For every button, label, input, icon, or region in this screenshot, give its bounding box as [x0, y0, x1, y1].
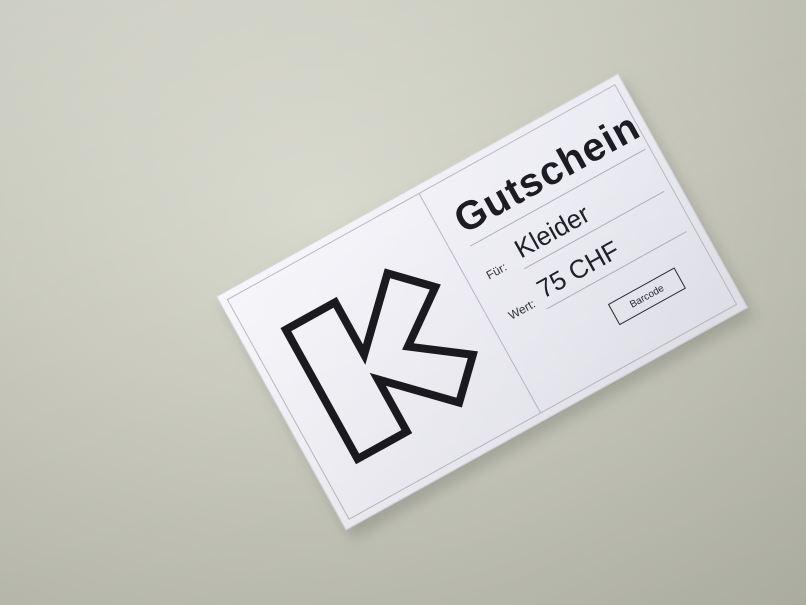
- card-border: Gutschein Für: Kleider Wert: 75 CHF Barc…: [226, 84, 738, 520]
- barcode-label: Barcode: [627, 282, 666, 311]
- photo-scene: Gutschein Für: Kleider Wert: 75 CHF Barc…: [0, 0, 806, 605]
- for-label: Für:: [483, 259, 510, 283]
- value-label: Wert:: [506, 296, 538, 323]
- k-logo-icon: [280, 268, 478, 465]
- barcode-box: Barcode: [607, 267, 686, 326]
